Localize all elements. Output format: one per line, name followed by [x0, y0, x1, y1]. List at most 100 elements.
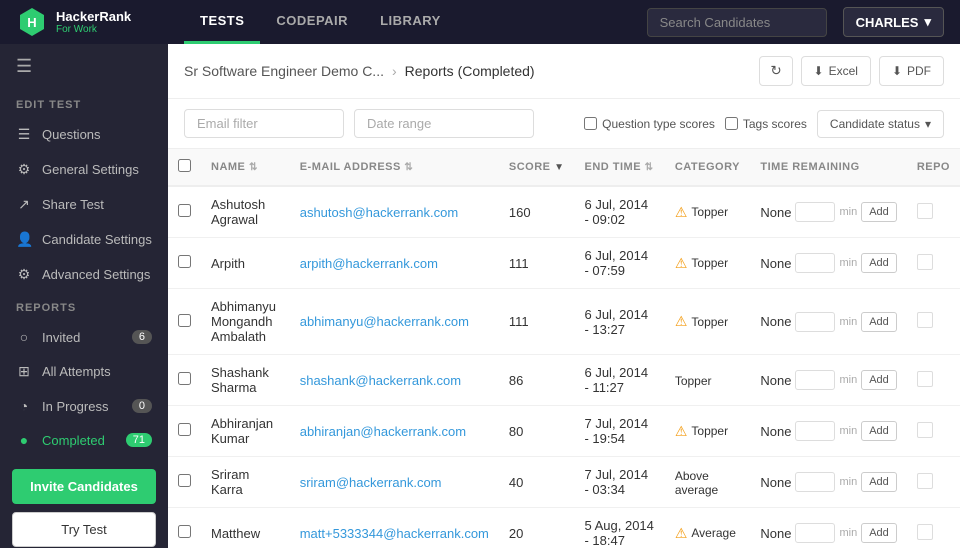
tags-scores-label[interactable]: Tags scores — [725, 117, 807, 131]
sidebar-item-advanced-settings[interactable]: ⚙ Advanced Settings — [0, 257, 168, 292]
report-checkbox[interactable] — [917, 473, 933, 489]
candidate-email: sriram@hackerrank.com — [290, 457, 499, 508]
add-time-button[interactable]: Add — [861, 523, 897, 543]
hamburger-icon[interactable]: ☰ — [0, 44, 168, 89]
row-checkbox[interactable] — [178, 372, 191, 385]
report-check-cell[interactable] — [907, 457, 960, 508]
time-input[interactable] — [795, 421, 835, 441]
report-check-cell[interactable] — [907, 406, 960, 457]
sidebar-in-progress-label: In Progress — [42, 399, 108, 414]
sidebar-item-completed[interactable]: ● Completed 71 — [0, 423, 168, 457]
email-link[interactable]: sriram@hackerrank.com — [300, 475, 442, 490]
report-checkbox[interactable] — [917, 254, 933, 270]
nav-codepair[interactable]: CODEPAIR — [260, 0, 364, 44]
add-time-button[interactable]: Add — [861, 253, 897, 273]
row-checkbox[interactable] — [178, 255, 191, 268]
email-link[interactable]: shashank@hackerrank.com — [300, 373, 461, 388]
th-name[interactable]: NAME ⇅ — [201, 149, 290, 186]
report-check-cell[interactable] — [907, 289, 960, 355]
table-body: Ashutosh Agrawal ashutosh@hackerrank.com… — [168, 186, 960, 548]
add-time-button[interactable]: Add — [861, 421, 897, 441]
nav-tests[interactable]: TESTS — [184, 0, 260, 44]
refresh-button[interactable]: ↻ — [759, 56, 792, 86]
sidebar-item-invited[interactable]: ○ Invited 6 — [0, 320, 168, 354]
candidate-score: 111 — [499, 289, 575, 355]
row-checkbox-cell[interactable] — [168, 186, 201, 238]
date-range-input[interactable] — [354, 109, 534, 138]
excel-button[interactable]: ⬇ Excel — [801, 56, 871, 86]
email-link[interactable]: arpith@hackerrank.com — [300, 256, 438, 271]
report-checkbox[interactable] — [917, 422, 933, 438]
report-checkbox[interactable] — [917, 371, 933, 387]
report-check-cell[interactable] — [907, 508, 960, 548]
sort-score-icon: ▼ — [554, 162, 564, 173]
row-checkbox[interactable] — [178, 314, 191, 327]
row-checkbox[interactable] — [178, 204, 191, 217]
grid-icon: ⊞ — [16, 363, 32, 380]
report-check-cell[interactable] — [907, 186, 960, 238]
report-checkbox[interactable] — [917, 312, 933, 328]
row-checkbox[interactable] — [178, 423, 191, 436]
top-nav: H HackerRank For Work TESTS CODEPAIR LIB… — [0, 0, 960, 44]
report-checkbox[interactable] — [917, 203, 933, 219]
row-checkbox-cell[interactable] — [168, 406, 201, 457]
time-input[interactable] — [795, 472, 835, 492]
time-input[interactable] — [795, 370, 835, 390]
time-input[interactable] — [795, 202, 835, 222]
email-link[interactable]: ashutosh@hackerrank.com — [300, 205, 458, 220]
row-checkbox-cell[interactable] — [168, 457, 201, 508]
add-time-button[interactable]: Add — [861, 370, 897, 390]
th-end-time[interactable]: END TIME ⇅ — [574, 149, 664, 186]
select-all-checkbox[interactable] — [178, 159, 191, 172]
email-link[interactable]: abhiranjan@hackerrank.com — [300, 424, 466, 439]
row-checkbox-cell[interactable] — [168, 508, 201, 548]
tags-scores-checkbox[interactable] — [725, 117, 738, 130]
add-time-button[interactable]: Add — [861, 202, 897, 222]
th-score[interactable]: SCORE ▼ — [499, 149, 575, 186]
question-type-scores-checkbox[interactable] — [584, 117, 597, 130]
add-time-button[interactable]: Add — [861, 472, 897, 492]
invite-candidates-button[interactable]: Invite Candidates — [12, 469, 156, 504]
row-checkbox-cell[interactable] — [168, 289, 201, 355]
email-link[interactable]: abhimanyu@hackerrank.com — [300, 314, 469, 329]
sidebar-item-share-test[interactable]: ↗ Share Test — [0, 187, 168, 222]
add-time-button[interactable]: Add — [861, 312, 897, 332]
question-type-scores-label[interactable]: Question type scores — [584, 117, 715, 131]
sidebar-item-in-progress[interactable]: ◔ In Progress 0 — [0, 389, 168, 423]
time-none-label: None — [760, 526, 791, 541]
sidebar-item-general-settings[interactable]: ⚙ General Settings — [0, 152, 168, 187]
report-check-cell[interactable] — [907, 355, 960, 406]
search-input[interactable] — [647, 8, 827, 37]
candidate-score: 80 — [499, 406, 575, 457]
th-select-all[interactable] — [168, 149, 201, 186]
sidebar-item-candidate-settings[interactable]: 👤 Candidate Settings — [0, 222, 168, 257]
report-check-cell[interactable] — [907, 238, 960, 289]
sidebar-item-questions[interactable]: ☰ Questions — [0, 117, 168, 152]
sidebar-item-all-attempts[interactable]: ⊞ All Attempts — [0, 354, 168, 389]
warning-icon: ⚠ — [675, 255, 688, 272]
try-test-button[interactable]: Try Test — [12, 512, 156, 547]
header-actions: ↻ ⬇ Excel ⬇ PDF — [759, 56, 944, 86]
candidate-email: abhiranjan@hackerrank.com — [290, 406, 499, 457]
report-checkbox[interactable] — [917, 524, 933, 540]
row-checkbox[interactable] — [178, 525, 191, 538]
sidebar-all-attempts-label: All Attempts — [42, 364, 111, 379]
email-link[interactable]: matt+5333344@hackerrank.com — [300, 526, 489, 541]
user-menu[interactable]: CHARLES ▾ — [843, 7, 944, 37]
time-input[interactable] — [795, 253, 835, 273]
sidebar-advanced-settings-label: Advanced Settings — [42, 267, 150, 282]
candidate-status-dropdown[interactable]: Candidate status ▾ — [817, 110, 944, 138]
email-filter-input[interactable] — [184, 109, 344, 138]
time-unit-label: min — [839, 374, 857, 386]
th-email[interactable]: E-MAIL ADDRESS ⇅ — [290, 149, 499, 186]
nav-library[interactable]: LIBRARY — [364, 0, 457, 44]
breadcrumb-link[interactable]: Sr Software Engineer Demo C... — [184, 63, 384, 79]
pdf-button[interactable]: ⬇ PDF — [879, 56, 944, 86]
time-input[interactable] — [795, 312, 835, 332]
time-input[interactable] — [795, 523, 835, 543]
logo-sub: For Work — [56, 24, 131, 35]
table-header-row: NAME ⇅ E-MAIL ADDRESS ⇅ SCORE ▼ END TIME… — [168, 149, 960, 186]
row-checkbox-cell[interactable] — [168, 238, 201, 289]
row-checkbox-cell[interactable] — [168, 355, 201, 406]
row-checkbox[interactable] — [178, 474, 191, 487]
